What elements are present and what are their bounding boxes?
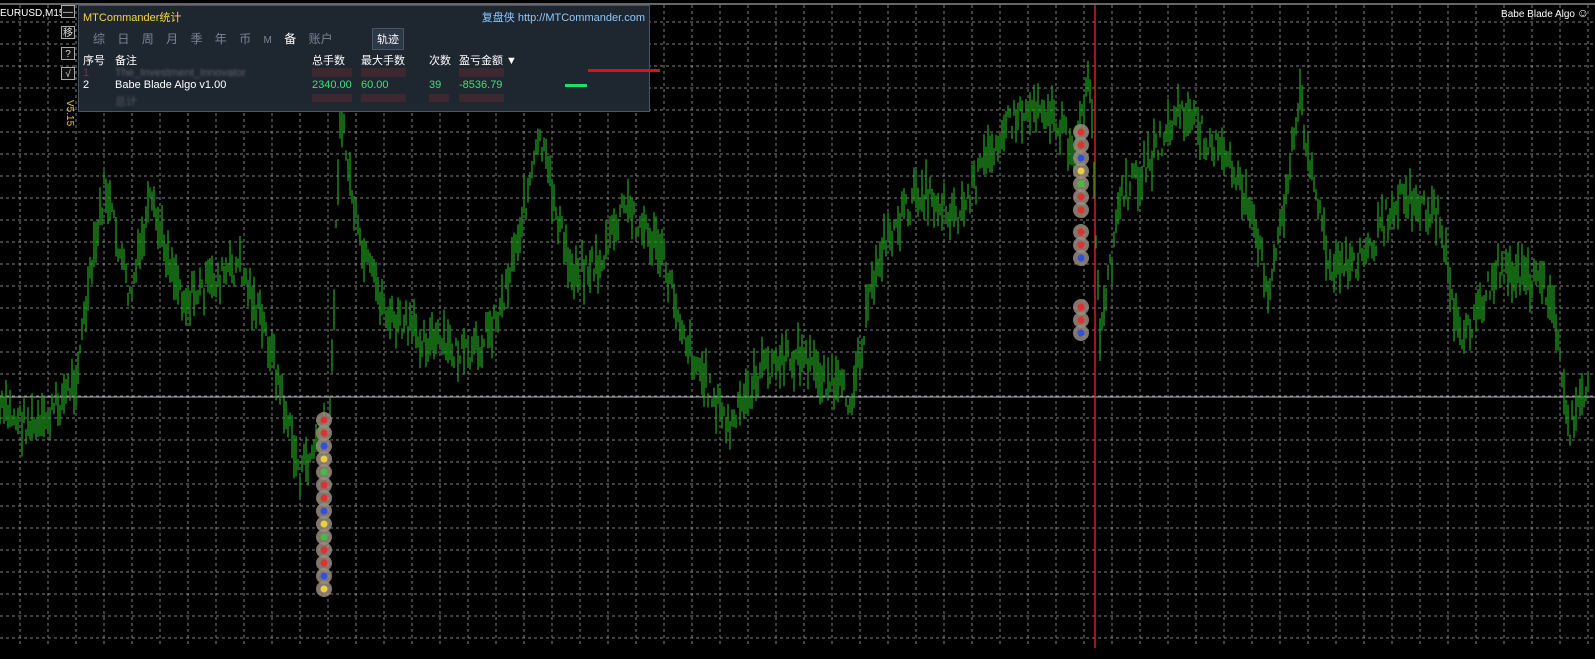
tab-account[interactable]: 账户 — [309, 32, 333, 46]
tab-month[interactable]: 月 — [166, 32, 178, 46]
row1-redacted-max — [361, 68, 406, 77]
header-max-lots[interactable]: 最大手数 — [361, 52, 405, 68]
row2-note: Babe Blade Algo v1.00 — [115, 79, 227, 91]
trade-markers-cluster — [1073, 224, 1089, 266]
row3-redacted-total — [312, 94, 352, 102]
move-button[interactable]: 移 — [61, 26, 75, 39]
row3-redacted-max — [361, 94, 406, 102]
period-tabs: 综 日 周 月 季 年 币 M 备 账户 — [93, 30, 342, 47]
tab-week[interactable]: 周 — [142, 32, 154, 46]
row1-pnl-bar — [588, 69, 660, 72]
row2-pnl: -8536.79 — [459, 79, 503, 91]
tab-currency[interactable]: 币 — [239, 32, 251, 46]
trade-markers-cluster — [1073, 299, 1089, 341]
header-note[interactable]: 备注 — [115, 52, 137, 68]
row3-redacted-count — [429, 94, 449, 102]
row2-total-lots: 2340.00 — [312, 79, 352, 91]
row1-no: 1 — [83, 67, 90, 79]
row1-redacted-total — [312, 68, 352, 77]
stats-panel: MTCommander统计 复盘侠 http://MTCommander.com… — [78, 5, 660, 112]
row2-max-lots: 60.00 — [361, 79, 389, 91]
row1-note: The_Investment_Innovator — [115, 67, 246, 79]
tab-overview[interactable]: 综 — [93, 32, 105, 46]
tab-day[interactable]: 日 — [117, 32, 129, 46]
version-label: V5.15 — [64, 100, 75, 127]
header-pnl[interactable]: 盈亏金额 ▼ — [459, 52, 517, 68]
help-button[interactable]: ? — [61, 47, 75, 60]
row3-total-label: 总计 — [115, 96, 137, 108]
row1-redacted-pnl — [459, 68, 504, 77]
smiley-face-icon: ☺ — [1576, 6, 1589, 20]
price-candles — [0, 60, 1589, 498]
tab-comment[interactable]: 备 — [284, 32, 296, 46]
tab-quarter[interactable]: 季 — [190, 32, 202, 46]
row3-redacted-pnl — [459, 94, 504, 102]
row2-count: 39 — [429, 79, 442, 91]
chart-symbol: EURUSD,M15 — [0, 8, 65, 19]
row2-no: 2 — [83, 79, 90, 91]
website-link[interactable]: 复盘侠 http://MTCommander.com — [482, 9, 645, 25]
header-no[interactable]: 序号 — [83, 52, 105, 68]
panel-title: MTCommander统计 — [83, 12, 182, 24]
header-count[interactable]: 次数 — [429, 52, 451, 68]
row2-pnl-bar — [565, 84, 587, 87]
tab-year[interactable]: 年 — [215, 32, 227, 46]
header-total-lots[interactable]: 总手数 — [312, 52, 345, 68]
tab-magic[interactable]: M — [264, 35, 272, 46]
track-button[interactable]: 轨迹 — [372, 28, 404, 50]
ea-label: Babe Blade Algo — [1501, 9, 1575, 20]
minimize-button[interactable]: — — [61, 5, 75, 18]
check-button[interactable]: √ — [61, 67, 75, 80]
